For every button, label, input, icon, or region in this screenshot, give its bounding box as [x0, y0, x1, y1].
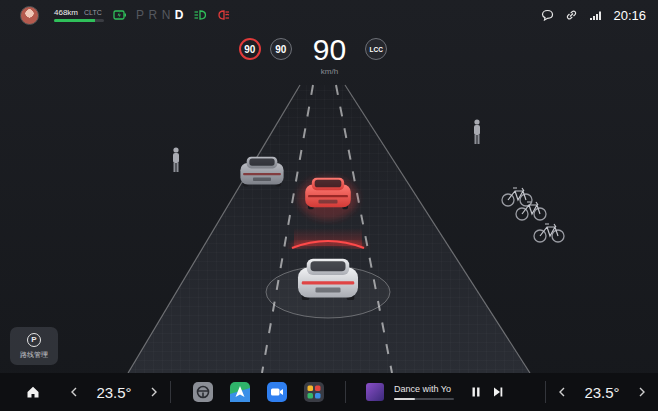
- pedestrian-icon: [474, 119, 480, 144]
- gear-selector: PRND: [136, 8, 184, 22]
- dock-bar: 23.5° Dance with Yo 23.5°: [0, 373, 658, 411]
- pedestrian-icon: [173, 147, 179, 172]
- driving-view: 90 90 90 km/h LCC P 路线管理: [0, 30, 658, 373]
- chevron-right-icon[interactable]: [150, 386, 158, 398]
- navigation-icon[interactable]: [230, 382, 250, 402]
- album-cover[interactable]: [366, 383, 384, 401]
- message-icon[interactable]: [541, 9, 554, 21]
- gear-item: P: [136, 8, 145, 22]
- range-text: 468km: [54, 8, 78, 17]
- battery-bar: [54, 19, 104, 22]
- gear-item: N: [162, 8, 171, 22]
- current-speed: 90: [313, 35, 346, 65]
- traffic-vehicle: [298, 176, 358, 220]
- chevron-left-icon[interactable]: [70, 386, 78, 398]
- chevron-left-icon[interactable]: [558, 386, 566, 398]
- rear-fog-icon: [216, 9, 230, 21]
- ego-vehicle: [266, 228, 390, 318]
- chevron-right-icon[interactable]: [638, 386, 646, 398]
- signal-icon: [589, 10, 602, 21]
- speed-limit-sign: 90: [239, 38, 261, 60]
- link-icon[interactable]: [565, 9, 578, 21]
- parking-icon: P: [27, 333, 41, 347]
- right-temperature: 23.5°: [584, 384, 619, 401]
- range-indicator: 468km CLTC: [54, 8, 104, 22]
- bicycle-icon: [534, 224, 564, 242]
- track-title: Dance with Yo: [394, 384, 460, 394]
- battery-charge-icon: [113, 9, 127, 21]
- media-player: Dance with Yo: [346, 383, 545, 401]
- bicycle-icon: [516, 202, 546, 220]
- clock: 20:16: [613, 8, 646, 23]
- parking-button[interactable]: P 路线管理: [10, 327, 58, 365]
- gear-item: R: [149, 8, 158, 22]
- track-progress[interactable]: [394, 398, 454, 400]
- app-grid-icon[interactable]: [304, 382, 324, 402]
- speed-unit: km/h: [321, 67, 338, 76]
- left-climate: 23.5°: [58, 384, 170, 401]
- speed-cluster: 90 90 90 km/h LCC: [0, 30, 658, 76]
- cycle-text: CLTC: [84, 9, 102, 16]
- status-bar: 468km CLTC PRND 20:16: [0, 0, 658, 30]
- left-temperature: 23.5°: [96, 384, 131, 401]
- gear-item: D: [175, 8, 184, 22]
- traffic-vehicle: [240, 157, 283, 187]
- next-track-icon[interactable]: [492, 386, 504, 398]
- vehicle-settings-icon[interactable]: [193, 382, 213, 402]
- video-call-icon[interactable]: [267, 382, 287, 402]
- road-scene: [0, 30, 658, 373]
- right-climate: 23.5°: [546, 384, 658, 401]
- pause-icon[interactable]: [470, 386, 482, 398]
- user-avatar[interactable]: [20, 6, 39, 25]
- headlight-icon: [193, 9, 207, 21]
- parking-label: 路线管理: [20, 350, 48, 360]
- bicycle-icon: [502, 188, 532, 206]
- car-display: 468km CLTC PRND 20:16 90 90 90 km/h LCC …: [0, 0, 658, 411]
- home-icon[interactable]: [26, 385, 40, 399]
- set-speed[interactable]: 90: [270, 38, 292, 60]
- assist-mode-badge[interactable]: LCC: [365, 38, 387, 60]
- app-shortcuts: [171, 382, 345, 402]
